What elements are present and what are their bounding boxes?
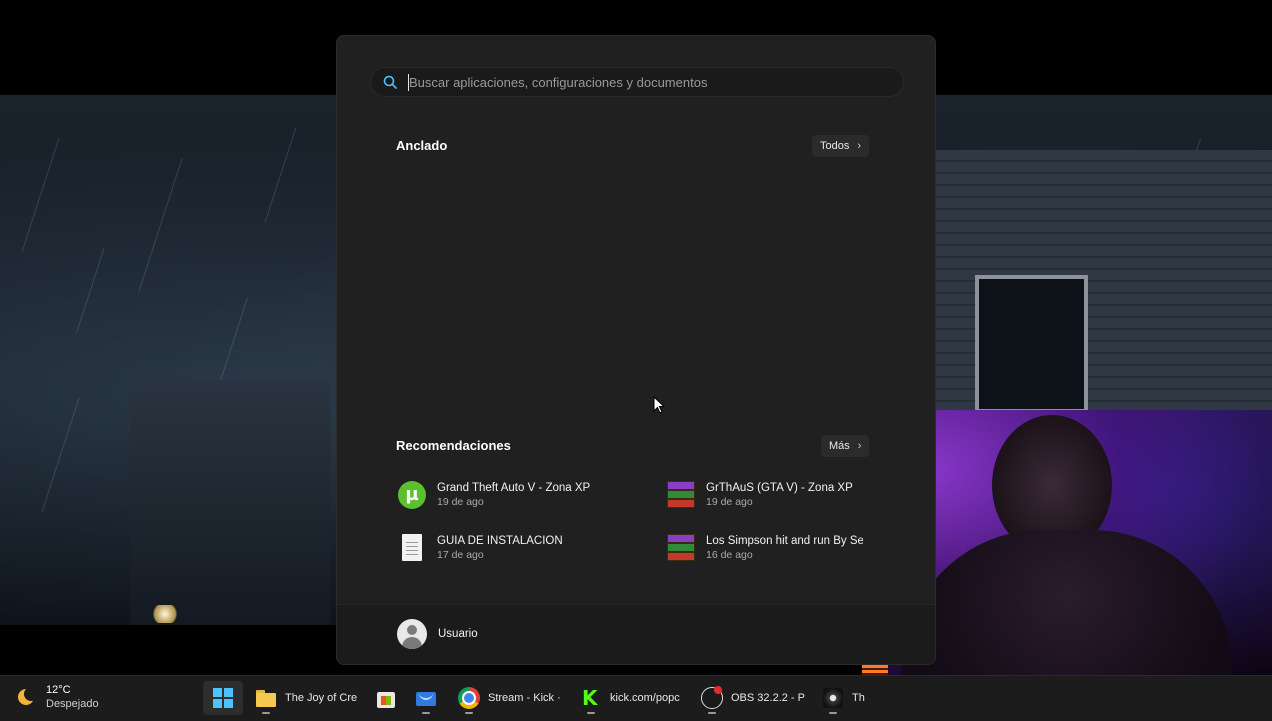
start-menu: Anclado Todos › Recomendaciones Más › Gr… [336,35,936,665]
taskbar-item-label: OBS 32.2.2 - P [731,692,805,704]
house-silhouette [130,380,330,625]
recommendation-item[interactable]: Grand Theft Auto V - Zona XP 19 de ago [397,477,637,513]
taskbar-item-kick[interactable]: kick.com/popc [571,681,685,715]
taskbar: 12°C Despejado The Joy of Cre Stream - K… [0,675,1272,721]
search-icon [383,75,397,89]
recommendation-date: 19 de ago [437,496,484,508]
user-name[interactable]: Usuario [438,628,478,640]
text-caret [408,74,409,91]
utorrent-icon [397,480,427,510]
search-box[interactable] [370,67,904,97]
recommendation-item[interactable]: GrThAuS (GTA V) - Zona XP 19 de ago [666,477,866,513]
chevron-right-icon: › [857,440,862,452]
taskbar-item-label: The Joy of Cre [285,692,358,704]
document-icon [397,533,427,563]
taskbar-item-game[interactable]: Th [813,681,869,715]
recommendation-date: 19 de ago [706,496,753,508]
taskbar-item-chrome[interactable]: Stream - Kick · [449,681,565,715]
start-button[interactable] [203,681,243,715]
taskbar-item-mail[interactable] [406,681,446,715]
kick-icon [580,686,602,710]
store-icon [375,687,397,709]
taskbar-item-label: kick.com/popc [610,692,680,704]
recommendation-item[interactable]: Los Simpson hit and run By Sej 16 de ago [666,530,863,566]
chevron-right-icon: › [857,140,862,152]
more-button[interactable]: Más › [821,435,870,457]
recommendation-date: 16 de ago [706,549,753,561]
taskbar-item-file-explorer[interactable]: The Joy of Cre [246,681,358,715]
chrome-icon [458,687,480,709]
weather-temp: 12°C [46,684,71,696]
taskbar-item-store[interactable] [366,681,406,715]
taskbar-item-label: Th [852,692,865,704]
obs-icon [701,686,723,709]
winrar-icon [666,480,696,510]
recommendation-name: GUIA DE INSTALACION [437,535,563,547]
weather-condition: Despejado [46,698,99,710]
user-avatar[interactable] [397,619,427,649]
recommendation-name: Los Simpson hit and run By Sej [706,535,863,547]
game-icon [822,687,844,709]
recommendation-date: 17 de ago [437,549,484,561]
winrar-icon [666,533,696,563]
recommendations-title: Recomendaciones [396,438,511,453]
mail-icon [415,687,437,709]
start-menu-footer: Usuario [337,604,935,664]
pinned-title: Anclado [396,138,448,153]
taskbar-item-label: Stream - Kick · [488,692,561,704]
windows-start-icon [212,687,234,709]
more-label: Más [829,440,850,452]
house-window [975,275,1088,413]
all-apps-button[interactable]: Todos › [812,135,870,157]
weather-widget[interactable]: 12°C Despejado [16,684,99,710]
recommendation-name: GrThAuS (GTA V) - Zona XP [706,482,853,494]
recommendation-name: Grand Theft Auto V - Zona XP [437,482,591,494]
all-apps-label: Todos [820,140,850,152]
recommendation-item[interactable]: GUIA DE INSTALACION 17 de ago [397,530,637,566]
street-lamp [150,605,180,623]
folder-icon [255,687,277,709]
search-input[interactable] [407,73,891,91]
moon-icon [16,687,38,707]
taskbar-item-obs[interactable]: OBS 32.2.2 - P [692,681,808,715]
